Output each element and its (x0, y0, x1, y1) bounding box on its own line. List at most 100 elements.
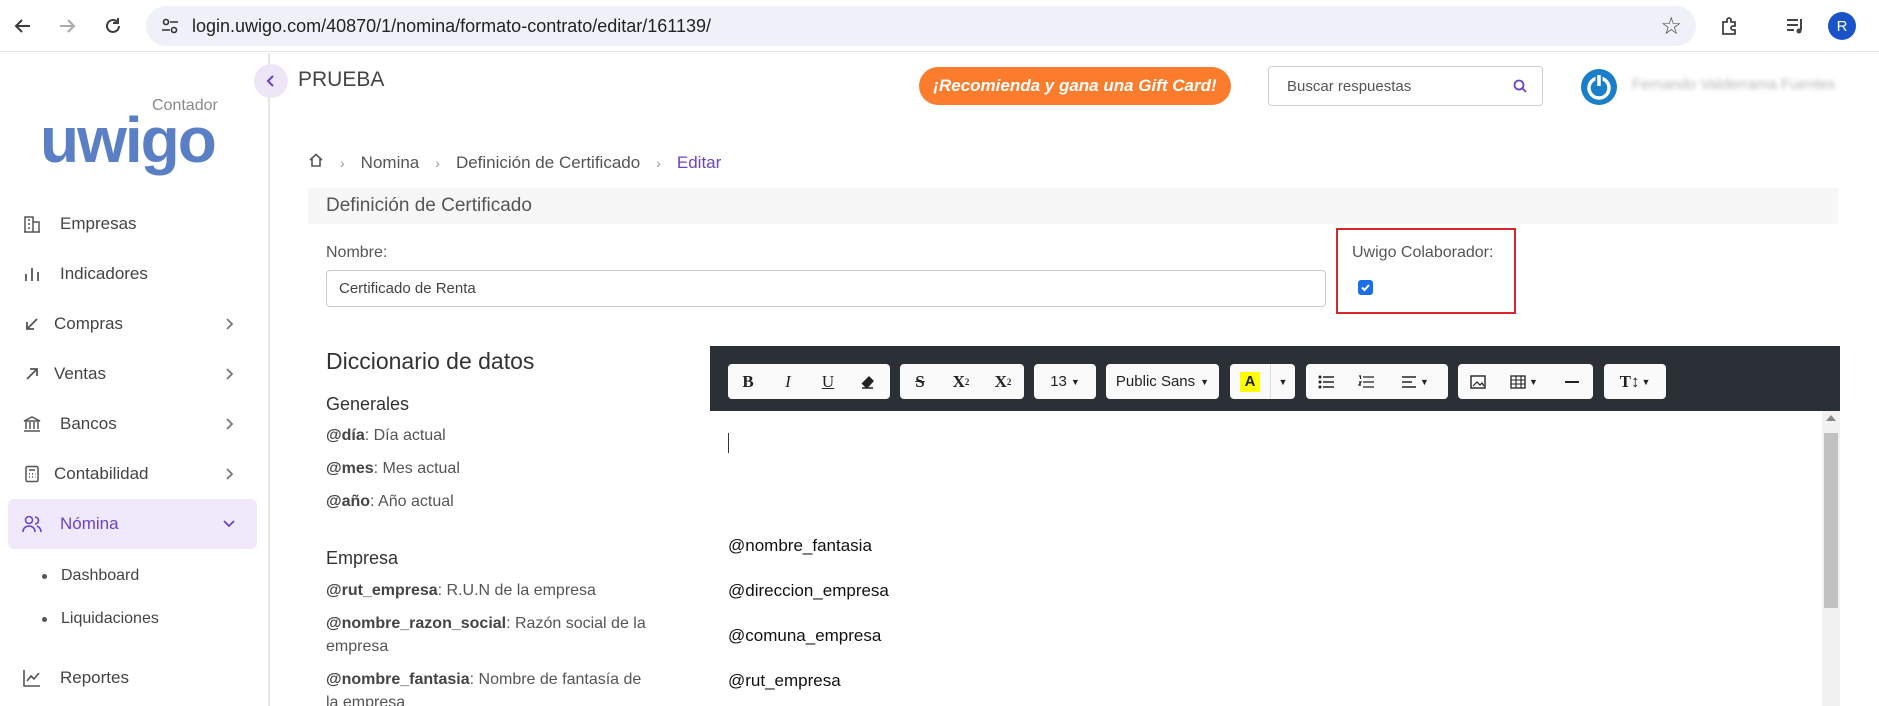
sidebar-item-reportes[interactable]: Reportes (8, 653, 257, 703)
editor-content[interactable]: @nombre_fantasia @direccion_empresa @com… (710, 411, 1820, 706)
script-group: S X2 X2 (900, 364, 1024, 399)
sidebar-item-indicadores[interactable]: Indicadores (8, 249, 257, 299)
user-name[interactable]: Fernando Valderrama Fuentes (1632, 76, 1835, 93)
sidebar-item-label: Empresas (60, 214, 137, 233)
collaborator-checkbox[interactable] (1358, 280, 1373, 295)
dictionary-entry: @nombre_razon_social: Razón social de la… (326, 612, 656, 658)
dictionary-section-title: Generales (326, 394, 410, 414)
sidebar: Contador uwigo Empresas Indicadores Comp… (0, 53, 270, 706)
text-size-dropdown[interactable]: T↕ ▼ (1604, 364, 1666, 399)
dictionary-entry: @año: Año actual (326, 490, 656, 513)
profile-avatar[interactable]: R (1828, 12, 1856, 40)
forward-icon[interactable] (54, 13, 80, 39)
dictionary-entry: @rut_empresa: R.U.N de la empresa (326, 579, 656, 602)
dictionary-key: @año (326, 493, 371, 510)
caret-down-icon: ▼ (1420, 376, 1429, 387)
align-icon (1402, 375, 1417, 388)
align-dropdown[interactable]: ▼ (1386, 364, 1444, 399)
sidebar-item-label: Ventas (54, 364, 106, 383)
logo-brand: uwigo (40, 104, 217, 176)
highlight-color-button[interactable]: A (1230, 364, 1270, 399)
sidebar-item-nomina[interactable]: Nómina (8, 499, 257, 549)
dictionary-key: @nombre_razon_social (326, 615, 507, 632)
name-input[interactable] (326, 270, 1326, 307)
table-dropdown[interactable]: ▼ (1498, 364, 1550, 399)
dictionary-entry: @día: Día actual (326, 424, 656, 447)
editor-line[interactable]: @comuna_empresa (728, 626, 881, 646)
color-dropdown-icon[interactable]: ▼ (1270, 364, 1295, 399)
dictionary-key: @mes (326, 460, 374, 477)
italic-button[interactable]: I (768, 364, 808, 399)
address-bar[interactable]: login.uwigo.com/40870/1/nomina/formato-c… (146, 6, 1696, 46)
unordered-list-icon[interactable] (1306, 364, 1346, 399)
breadcrumb-link-nomina[interactable]: Nomina (361, 153, 420, 173)
image-icon[interactable] (1458, 364, 1498, 399)
eraser-icon[interactable] (848, 364, 888, 399)
sidebar-item-label: Bancos (60, 414, 117, 433)
subscript-button[interactable]: X2 (982, 364, 1024, 399)
sidebar-subitem-liquidaciones[interactable]: Liquidaciones (42, 610, 159, 628)
scrollbar-thumb[interactable] (1824, 433, 1838, 608)
horizontal-rule-icon[interactable] (1550, 364, 1593, 399)
sidebar-item-label: Indicadores (60, 264, 148, 283)
breadcrumb-separator-icon: › (340, 154, 345, 171)
underline-button[interactable]: U (808, 364, 848, 399)
back-icon[interactable] (10, 13, 36, 39)
sidebar-item-ventas[interactable]: Ventas (8, 349, 257, 399)
breadcrumb-separator-icon: › (656, 154, 661, 171)
superscript-button[interactable]: X2 (940, 364, 982, 399)
collaborator-highlight: Uwigo Colaborador: (1336, 228, 1516, 314)
dictionary-key: @rut_empresa (326, 582, 438, 599)
editor-line[interactable]: @direccion_empresa (728, 581, 889, 601)
sidebar-item-contabilidad[interactable]: Contabilidad (8, 449, 257, 499)
site-settings-icon[interactable] (160, 16, 180, 36)
dictionary-desc: : R.U.N de la empresa (437, 582, 596, 599)
breadcrumb-link-definicion[interactable]: Definición de Certificado (456, 153, 640, 173)
bookmark-star-icon[interactable]: ☆ (1660, 12, 1682, 41)
sidebar-item-label: Contabilidad (54, 464, 149, 483)
card-title: Definición de Certificado (308, 188, 1838, 224)
extensions-icon[interactable] (1718, 14, 1742, 38)
calculator-icon (20, 462, 44, 486)
home-icon[interactable] (308, 152, 324, 173)
search-input[interactable] (1269, 67, 1499, 105)
ordered-list-icon[interactable] (1346, 364, 1386, 399)
bar-chart-icon (20, 262, 44, 286)
dictionary-desc: : Año actual (370, 493, 454, 510)
font-family-dropdown[interactable]: Public Sans ▼ (1106, 364, 1219, 399)
sidebar-item-label: Nómina (60, 514, 119, 533)
reload-icon[interactable] (100, 13, 126, 39)
chevron-right-icon (223, 364, 237, 384)
power-logo-icon[interactable] (1580, 68, 1618, 106)
breadcrumb: › Nomina › Definición de Certificado › E… (308, 152, 721, 173)
sidebar-item-label: Compras (54, 314, 123, 333)
bold-button[interactable]: B (728, 364, 768, 399)
search-box[interactable] (1268, 66, 1543, 106)
search-icon[interactable] (1512, 78, 1528, 94)
editor-line[interactable]: @nombre_fantasia (728, 536, 872, 556)
promo-gift-card-button[interactable]: ¡Recomienda y gana una Gift Card! (919, 67, 1231, 105)
strikethrough-button[interactable]: S (900, 364, 940, 399)
sidebar-collapse-button[interactable] (254, 64, 288, 98)
url-text[interactable]: login.uwigo.com/40870/1/nomina/formato-c… (192, 16, 711, 37)
paragraph-group: ▼ (1306, 364, 1448, 399)
highlight-a-icon: A (1240, 371, 1260, 392)
chevron-right-icon (223, 414, 237, 434)
font-size-value: 13 (1050, 373, 1067, 390)
dictionary-entry: @mes: Mes actual (326, 457, 656, 480)
caret-down-icon: ▼ (1529, 376, 1538, 387)
color-group: A ▼ (1230, 364, 1295, 399)
building-icon (20, 212, 44, 236)
scroll-up-icon[interactable] (1826, 415, 1836, 421)
sidebar-item-compras[interactable]: Compras (8, 299, 257, 349)
sidebar-item-empresas[interactable]: Empresas (8, 199, 257, 249)
media-control-icon[interactable] (1784, 14, 1808, 38)
font-size-dropdown[interactable]: 13 ▼ (1034, 364, 1096, 399)
chevron-right-icon (223, 464, 237, 484)
sidebar-subitem-dashboard[interactable]: Dashboard (42, 567, 139, 585)
editor-scrollbar[interactable] (1822, 411, 1840, 706)
sidebar-item-bancos[interactable]: Bancos (8, 399, 257, 449)
editor-line[interactable]: @rut_empresa (728, 671, 841, 691)
insert-group: ▼ (1458, 364, 1593, 399)
rich-text-editor: B I U S X2 X2 13 ▼ Public Sans ▼ A ▼ ▼ ▼… (710, 346, 1840, 706)
